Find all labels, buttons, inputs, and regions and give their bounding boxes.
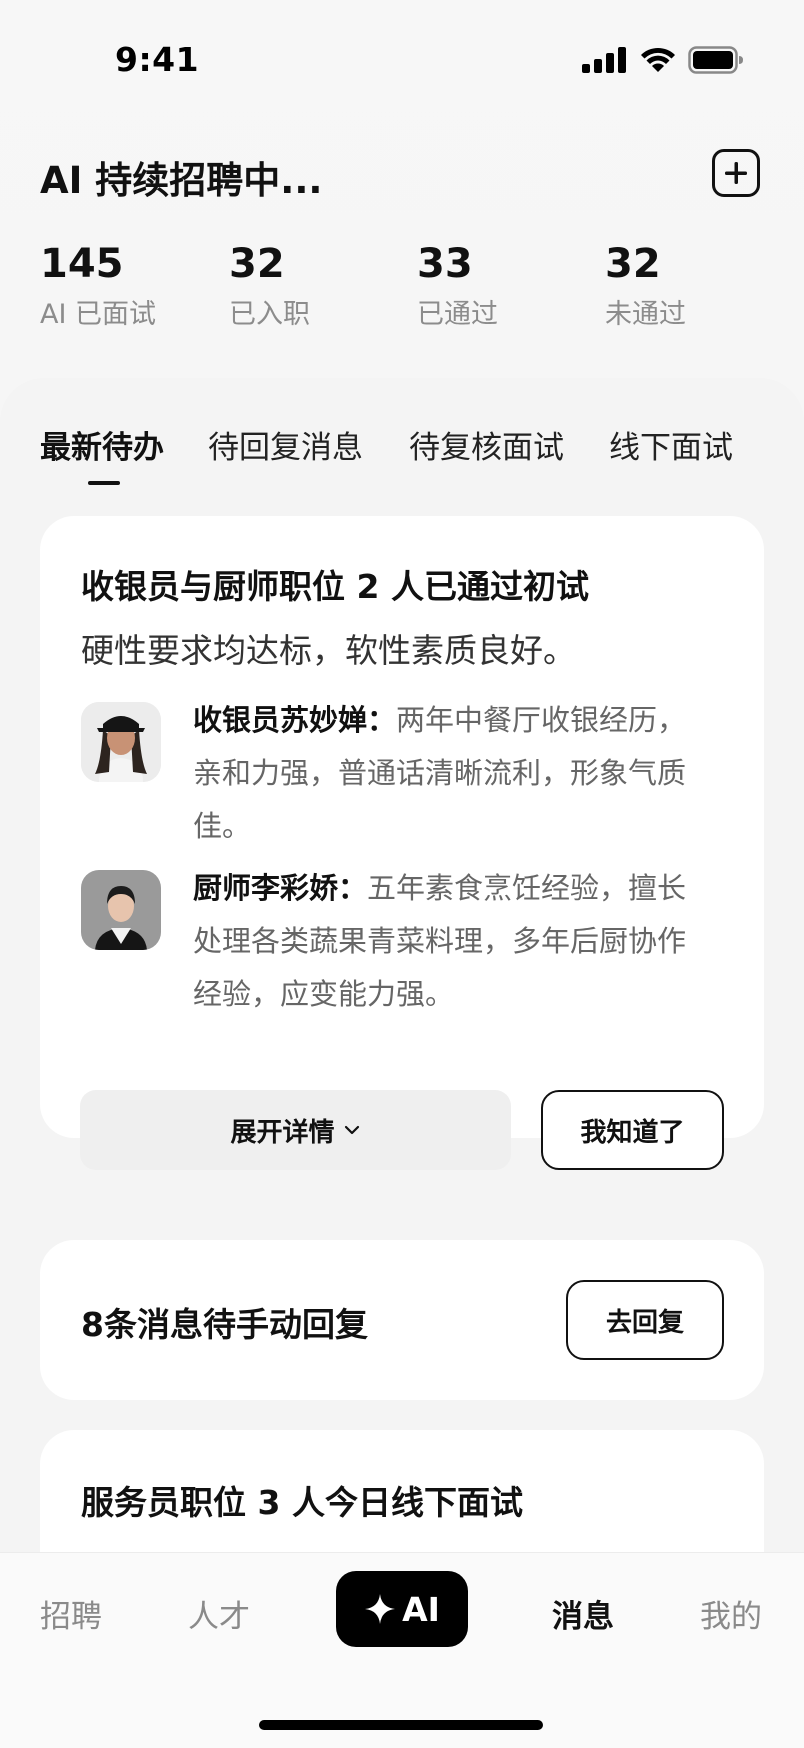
avatar <box>81 702 161 782</box>
status-bar: 9:41 <box>0 0 804 120</box>
tab-latest-todo[interactable]: 最新待办 <box>40 428 164 468</box>
candidate-name: 收银员苏妙婵： <box>193 703 397 737</box>
candidate-description: 收银员苏妙婵：两年中餐厅收银经历，亲和力强，普通话清晰流利，形象气质佳。 <box>193 694 713 853</box>
card-title: 服务员职位 3 人今日线下面试 <box>81 1483 523 1522</box>
nav-item-ai[interactable]: AI <box>336 1571 468 1647</box>
nav-item-messages[interactable]: 消息 <box>552 1591 614 1636</box>
expand-details-button[interactable]: 展开详情 <box>80 1090 511 1170</box>
stat-value: 145 <box>40 241 124 287</box>
messages-card: 8条消息待手动回复 去回复 <box>40 1240 764 1400</box>
page-title: AI 持续招聘中... <box>40 159 323 202</box>
stat-label: 已通过 <box>417 299 498 330</box>
stat-failed[interactable]: 32 未通过 <box>605 240 686 332</box>
nav-item-talent[interactable]: 人才 <box>188 1591 250 1636</box>
stat-interviewed[interactable]: 145 AI 已面试 <box>40 240 156 332</box>
tab-pending-replies[interactable]: 待回复消息 <box>208 428 363 468</box>
go-reply-button[interactable]: 去回复 <box>566 1280 724 1360</box>
card-subtitle: 硬性要求均达标，软性素质良好。 <box>81 631 576 670</box>
sparkle-icon <box>365 1594 396 1624</box>
tab-indicator <box>88 481 120 485</box>
nav-item-me[interactable]: 我的 <box>700 1591 762 1636</box>
main-panel: 最新待办 待回复消息 待复核面试 线下面试 收银员与厨师职位 2 人已通过初试 … <box>0 378 804 1748</box>
stats-row: 145 AI 已面试 32 已入职 33 已通过 32 未通过 <box>40 240 780 340</box>
card-title: 8条消息待手动回复 <box>81 1305 368 1344</box>
stat-value: 33 <box>417 241 473 287</box>
plus-icon <box>725 162 747 184</box>
status-time: 9:41 <box>115 40 200 79</box>
wifi-icon <box>641 47 675 72</box>
expand-details-label: 展开详情 <box>230 1117 335 1148</box>
home-indicator <box>259 1720 543 1730</box>
chevron-down-icon <box>344 1125 359 1135</box>
acknowledge-button[interactable]: 我知道了 <box>541 1090 724 1170</box>
stat-value: 32 <box>229 241 285 287</box>
bottom-nav: 招聘 人才 AI 消息 我的 <box>0 1552 804 1748</box>
stat-passed[interactable]: 33 已通过 <box>417 240 498 332</box>
interview-result-card: 收银员与厨师职位 2 人已通过初试 硬性要求均达标，软性素质良好。 收银员苏妙婵… <box>40 516 764 1170</box>
card-title: 收银员与厨师职位 2 人已通过初试 <box>81 567 589 606</box>
nav-ai-label: AI <box>402 1589 440 1629</box>
add-button[interactable] <box>712 149 760 197</box>
avatar <box>81 870 161 950</box>
tab-bar: 最新待办 待回复消息 待复核面试 线下面试 <box>0 428 804 498</box>
nav-item-recruit[interactable]: 招聘 <box>40 1591 102 1636</box>
battery-icon <box>688 46 743 74</box>
status-icons <box>582 46 744 74</box>
stat-label: 已入职 <box>229 299 310 330</box>
app-screen: 9:41 AI 持续招聘中... 145 AI 已面试 32 已入职 33 已通… <box>0 0 804 1748</box>
cellular-signal-icon <box>582 47 626 73</box>
stat-label: AI 已面试 <box>40 299 157 330</box>
chef-avatar-image <box>81 870 161 950</box>
tab-pending-review[interactable]: 待复核面试 <box>409 428 564 468</box>
candidate-name: 厨师李彩娇： <box>193 871 368 905</box>
tab-offline-interview[interactable]: 线下面试 <box>609 428 733 468</box>
candidate-description: 厨师李彩娇：五年素食烹饪经验，擅长处理各类蔬果青菜料理，多年后厨协作经验，应变能… <box>193 862 713 1021</box>
stat-label: 未通过 <box>605 299 686 330</box>
cashier-avatar-image <box>81 702 161 782</box>
stat-onboarded[interactable]: 32 已入职 <box>229 240 310 332</box>
stat-value: 32 <box>605 241 661 287</box>
